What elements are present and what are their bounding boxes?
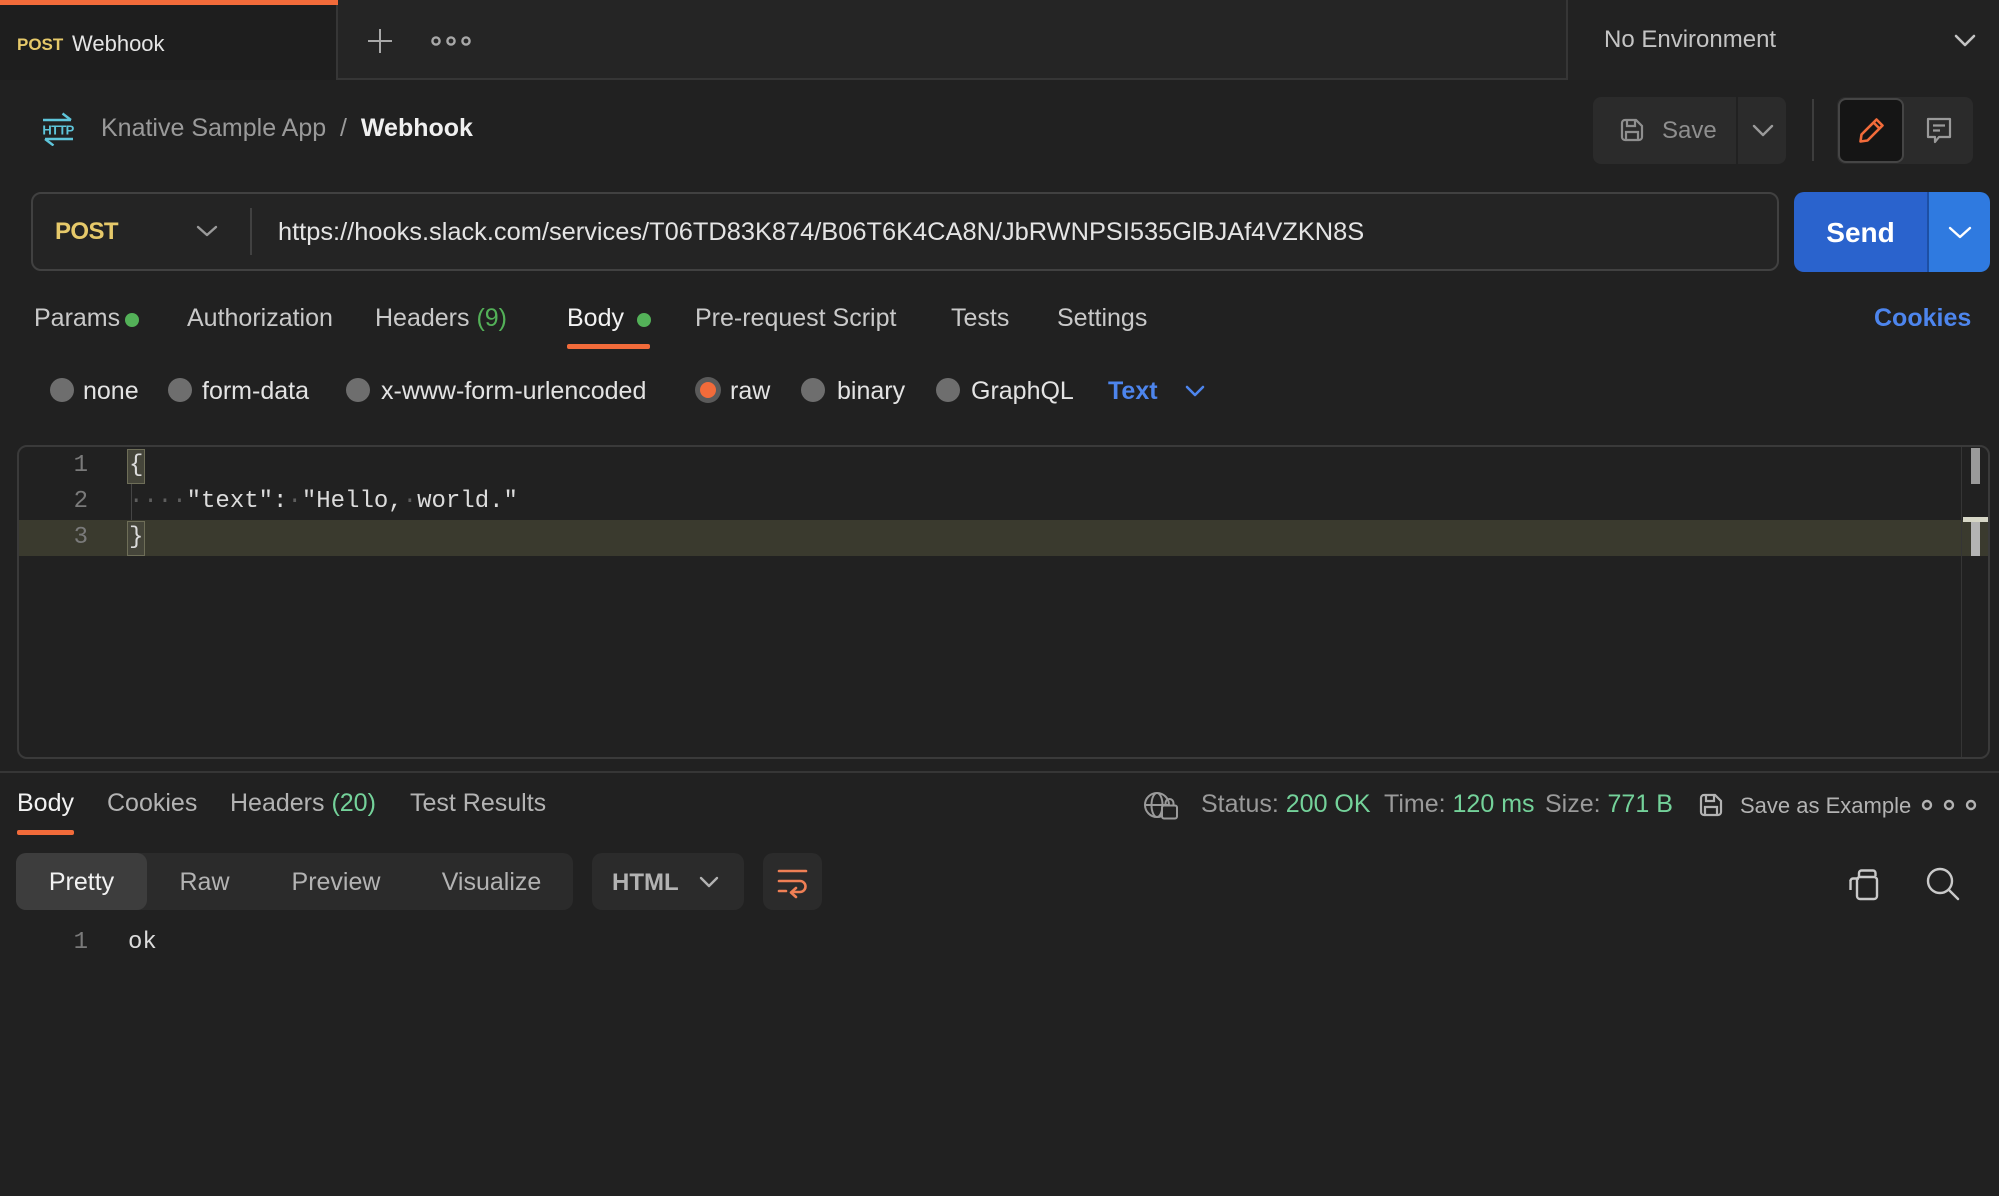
svg-text:HTTP: HTTP <box>42 123 74 138</box>
